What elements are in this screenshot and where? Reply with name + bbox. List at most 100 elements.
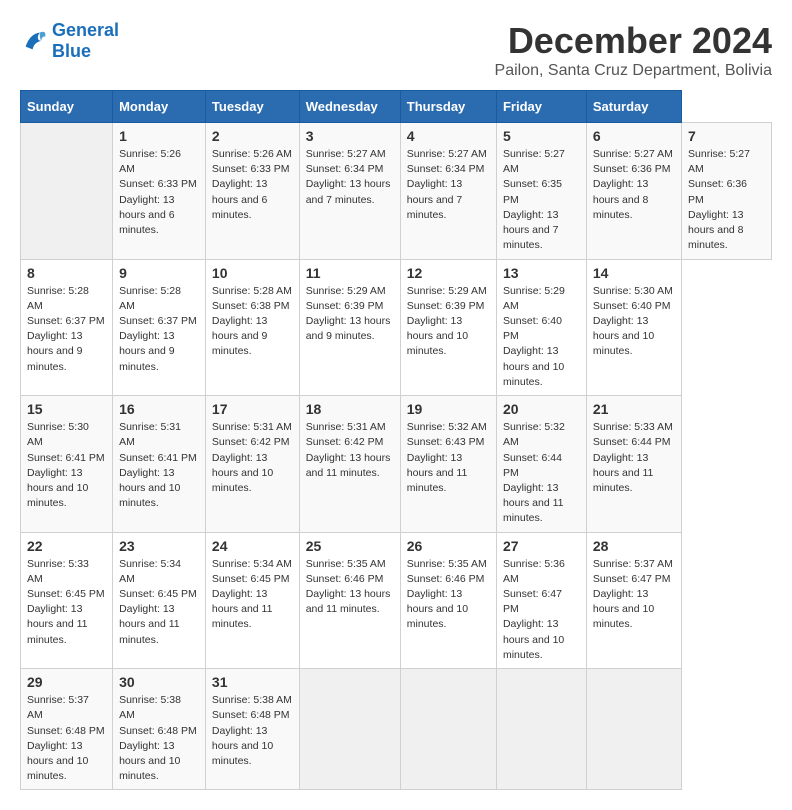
day-info: Sunrise: 5:32 AMSunset: 6:44 PMDaylight:…	[503, 420, 580, 527]
day-number: 18	[306, 401, 394, 417]
day-number: 31	[212, 674, 293, 690]
calendar-header: Sunday Monday Tuesday Wednesday Thursday…	[21, 91, 772, 123]
calendar-cell: 22 Sunrise: 5:33 AMSunset: 6:45 PMDayligh…	[21, 532, 113, 669]
calendar-cell: 1 Sunrise: 5:26 AMSunset: 6:33 PMDaylight…	[113, 123, 206, 260]
day-number: 21	[593, 401, 675, 417]
day-info: Sunrise: 5:30 AMSunset: 6:41 PMDaylight:…	[27, 420, 106, 511]
day-info: Sunrise: 5:33 AMSunset: 6:45 PMDaylight:…	[27, 557, 106, 648]
day-info: Sunrise: 5:38 AMSunset: 6:48 PMDaylight:…	[212, 693, 293, 769]
day-number: 2	[212, 128, 293, 144]
day-info: Sunrise: 5:27 AMSunset: 6:35 PMDaylight:…	[503, 147, 580, 254]
day-number: 25	[306, 538, 394, 554]
day-info: Sunrise: 5:28 AMSunset: 6:38 PMDaylight:…	[212, 284, 293, 360]
day-number: 17	[212, 401, 293, 417]
calendar-cell: 6Sunrise: 5:27 AMSunset: 6:36 PMDaylight…	[586, 123, 681, 260]
calendar-cell: 20 Sunrise: 5:32 AMSunset: 6:44 PMDayligh…	[496, 396, 586, 533]
calendar-cell: 3 Sunrise: 5:27 AMSunset: 6:34 PMDaylight…	[299, 123, 400, 260]
calendar-cell: 4Sunrise: 5:27 AMSunset: 6:34 PMDaylight…	[400, 123, 496, 260]
week-row-4: 22 Sunrise: 5:33 AMSunset: 6:45 PMDayligh…	[21, 532, 772, 669]
day-number: 9	[119, 265, 199, 281]
day-info: Sunrise: 5:28 AMSunset: 6:37 PMDaylight:…	[27, 284, 106, 375]
calendar-cell	[299, 669, 400, 790]
week-row-1: 1 Sunrise: 5:26 AMSunset: 6:33 PMDaylight…	[21, 123, 772, 260]
day-number: 22	[27, 538, 106, 554]
logo-icon	[20, 27, 48, 55]
calendar-cell: 12 Sunrise: 5:29 AMSunset: 6:39 PMDayligh…	[400, 259, 496, 396]
day-number: 8	[27, 265, 106, 281]
calendar-cell: 19 Sunrise: 5:32 AMSunset: 6:43 PMDayligh…	[400, 396, 496, 533]
location-subtitle: Pailon, Santa Cruz Department, Bolivia	[495, 62, 772, 80]
calendar-cell: 7Sunrise: 5:27 AMSunset: 6:36 PMDaylight…	[682, 123, 772, 260]
week-row-5: 29Sunrise: 5:37 AMSunset: 6:48 PMDayligh…	[21, 669, 772, 790]
day-number: 10	[212, 265, 293, 281]
day-info: Sunrise: 5:34 AMSunset: 6:45 PMDaylight:…	[212, 557, 293, 633]
calendar-cell: 23 Sunrise: 5:34 AMSunset: 6:45 PMDayligh…	[113, 532, 206, 669]
day-number: 23	[119, 538, 199, 554]
month-title: December 2024	[495, 20, 772, 62]
calendar-cell	[400, 669, 496, 790]
calendar-cell: 10 Sunrise: 5:28 AMSunset: 6:38 PMDayligh…	[205, 259, 299, 396]
calendar-cell: 14 Sunrise: 5:30 AMSunset: 6:40 PMDayligh…	[586, 259, 681, 396]
day-info: Sunrise: 5:29 AMSunset: 6:40 PMDaylight:…	[503, 284, 580, 391]
title-block: December 2024 Pailon, Santa Cruz Departm…	[495, 20, 772, 80]
calendar-cell: 25Sunrise: 5:35 AMSunset: 6:46 PMDayligh…	[299, 532, 400, 669]
day-info: Sunrise: 5:38 AMSunset: 6:48 PMDaylight:…	[119, 693, 199, 784]
day-info: Sunrise: 5:29 AMSunset: 6:39 PMDaylight:…	[306, 284, 394, 345]
calendar-cell: 29Sunrise: 5:37 AMSunset: 6:48 PMDayligh…	[21, 669, 113, 790]
header-sunday: Sunday	[21, 91, 113, 123]
day-number: 26	[407, 538, 490, 554]
day-info: Sunrise: 5:31 AMSunset: 6:42 PMDaylight:…	[212, 420, 293, 496]
day-info: Sunrise: 5:30 AMSunset: 6:40 PMDaylight:…	[593, 284, 675, 360]
calendar-cell: 8 Sunrise: 5:28 AMSunset: 6:37 PMDaylight…	[21, 259, 113, 396]
calendar-cell: 31 Sunrise: 5:38 AMSunset: 6:48 PMDayligh…	[205, 669, 299, 790]
day-number: 3	[306, 128, 394, 144]
calendar-cell: 16 Sunrise: 5:31 AMSunset: 6:41 PMDayligh…	[113, 396, 206, 533]
day-number: 15	[27, 401, 106, 417]
calendar-cell: 24 Sunrise: 5:34 AMSunset: 6:45 PMDayligh…	[205, 532, 299, 669]
calendar-cell: 28 Sunrise: 5:37 AMSunset: 6:47 PMDayligh…	[586, 532, 681, 669]
day-info: Sunrise: 5:29 AMSunset: 6:39 PMDaylight:…	[407, 284, 490, 360]
day-info: Sunrise: 5:37 AMSunset: 6:48 PMDaylight:…	[27, 693, 106, 784]
day-info: Sunrise: 5:31 AMSunset: 6:42 PMDaylight:…	[306, 420, 394, 481]
header-tuesday: Tuesday	[205, 91, 299, 123]
day-info: Sunrise: 5:37 AMSunset: 6:47 PMDaylight:…	[593, 557, 675, 633]
day-number: 30	[119, 674, 199, 690]
day-number: 5	[503, 128, 580, 144]
day-number: 24	[212, 538, 293, 554]
day-info: Sunrise: 5:28 AMSunset: 6:37 PMDaylight:…	[119, 284, 199, 375]
week-row-3: 15 Sunrise: 5:30 AMSunset: 6:41 PMDayligh…	[21, 396, 772, 533]
day-number: 7	[688, 128, 765, 144]
logo: General Blue	[20, 20, 119, 62]
day-info: Sunrise: 5:26 AMSunset: 6:33 PMDaylight:…	[119, 147, 199, 238]
day-number: 19	[407, 401, 490, 417]
day-number: 16	[119, 401, 199, 417]
calendar-cell: 11 Sunrise: 5:29 AMSunset: 6:39 PMDayligh…	[299, 259, 400, 396]
header-row: Sunday Monday Tuesday Wednesday Thursday…	[21, 91, 772, 123]
day-info: Sunrise: 5:31 AMSunset: 6:41 PMDaylight:…	[119, 420, 199, 511]
header-wednesday: Wednesday	[299, 91, 400, 123]
calendar-cell: 5 Sunrise: 5:27 AMSunset: 6:35 PMDaylight…	[496, 123, 586, 260]
day-number: 14	[593, 265, 675, 281]
calendar-cell: 30 Sunrise: 5:38 AMSunset: 6:48 PMDayligh…	[113, 669, 206, 790]
day-info: Sunrise: 5:26 AMSunset: 6:33 PMDaylight:…	[212, 147, 293, 223]
day-number: 1	[119, 128, 199, 144]
calendar-cell	[21, 123, 113, 260]
calendar-cell	[586, 669, 681, 790]
page-header: General Blue December 2024 Pailon, Santa…	[20, 20, 772, 80]
day-info: Sunrise: 5:27 AMSunset: 6:34 PMDaylight:…	[306, 147, 394, 208]
day-info: Sunrise: 5:36 AMSunset: 6:47 PMDaylight:…	[503, 557, 580, 664]
header-friday: Friday	[496, 91, 586, 123]
calendar-body: 1 Sunrise: 5:26 AMSunset: 6:33 PMDaylight…	[21, 123, 772, 790]
day-number: 28	[593, 538, 675, 554]
day-number: 11	[306, 265, 394, 281]
day-info: Sunrise: 5:27 AMSunset: 6:34 PMDaylight:…	[407, 147, 490, 223]
day-info: Sunrise: 5:32 AMSunset: 6:43 PMDaylight:…	[407, 420, 490, 496]
day-number: 13	[503, 265, 580, 281]
day-number: 12	[407, 265, 490, 281]
day-number: 27	[503, 538, 580, 554]
header-saturday: Saturday	[586, 91, 681, 123]
calendar-cell: 21Sunrise: 5:33 AMSunset: 6:44 PMDayligh…	[586, 396, 681, 533]
day-info: Sunrise: 5:34 AMSunset: 6:45 PMDaylight:…	[119, 557, 199, 648]
calendar-cell	[496, 669, 586, 790]
day-number: 20	[503, 401, 580, 417]
